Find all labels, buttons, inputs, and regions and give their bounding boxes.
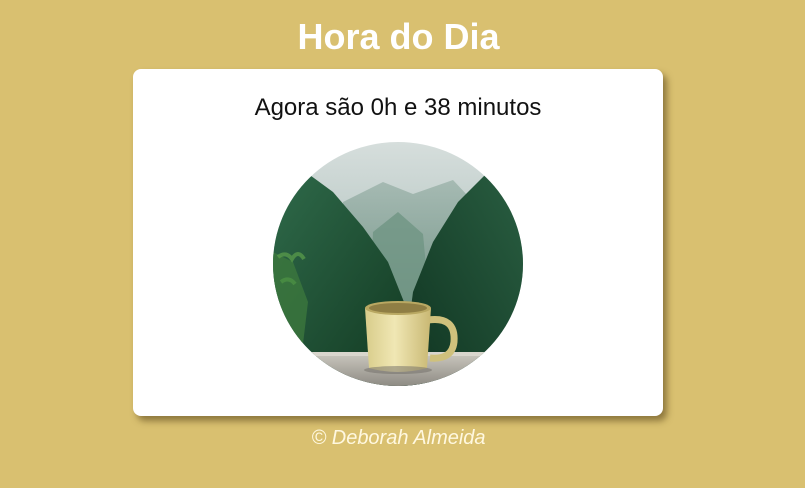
- footer-copyright: © Deborah Almeida: [311, 427, 486, 449]
- time-card: Agora são 0h e 38 minutos: [133, 69, 663, 416]
- current-time-message: Agora são 0h e 38 minutos: [254, 94, 542, 121]
- page-title: Hora do Dia: [297, 16, 500, 57]
- time-of-day-image: [273, 142, 523, 386]
